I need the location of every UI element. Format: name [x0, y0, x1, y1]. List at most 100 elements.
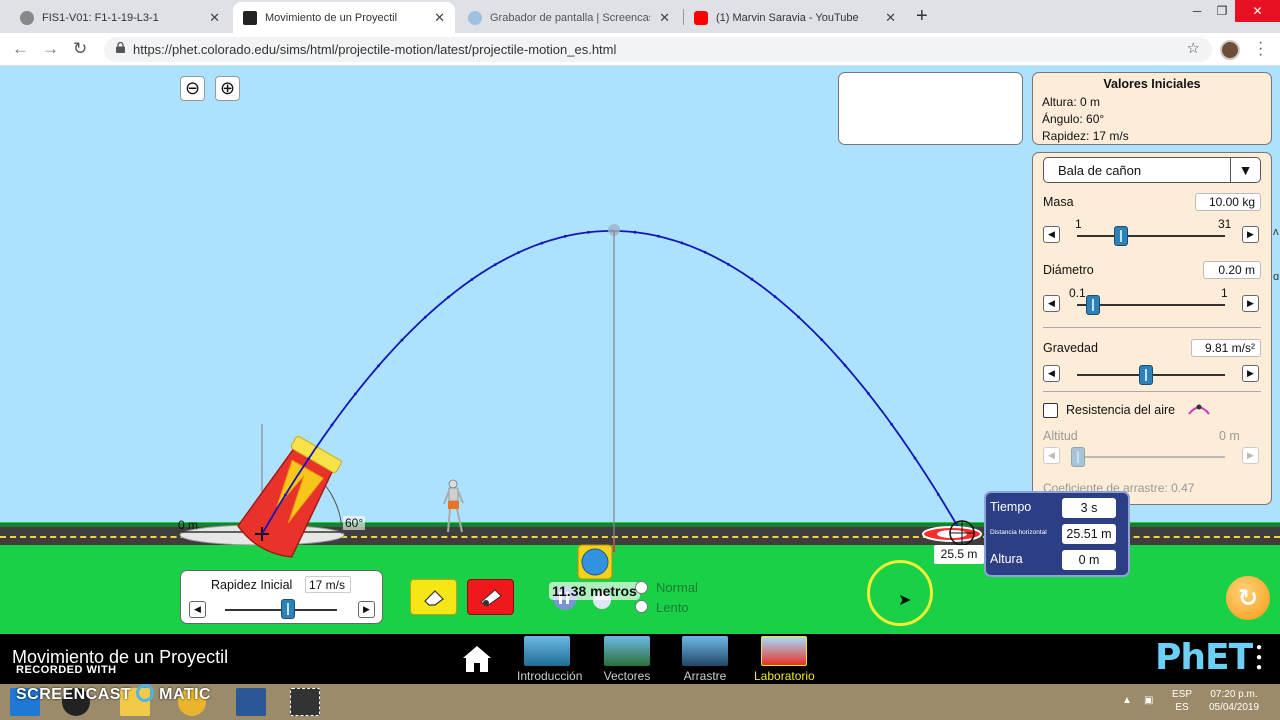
diameter-slider-thumb[interactable]: [1086, 295, 1101, 315]
edge-fragment: ɑ: [1273, 271, 1280, 283]
browser-tab-4[interactable]: (1) Marvin Saravia - YouTube ✕: [684, 2, 906, 33]
trajectory-dot: [377, 364, 380, 368]
phet-navigation-bar: Movimiento de un Proyectil Introducción …: [0, 634, 1280, 684]
screencast-watermark: SCREENCAST MATIC: [16, 684, 211, 704]
watermark-word-1: SCREENCAST: [16, 686, 132, 703]
initial-angle: Ángulo: 60°: [1042, 112, 1105, 126]
browser-tab-3[interactable]: Grabador de pantalla | Screencas ✕: [458, 2, 680, 33]
snipping-tool-icon[interactable]: [290, 688, 320, 716]
reload-icon[interactable]: ↻: [73, 39, 87, 59]
screen-vectors[interactable]: Vectores: [597, 636, 657, 683]
fire-button[interactable]: [467, 579, 514, 615]
altitude-controls: ◀ ▶: [1033, 153, 1259, 464]
gravity-slider-thumb[interactable]: [1138, 365, 1153, 385]
browser-tab-2[interactable]: Movimiento de un Proyectil ✕: [233, 2, 455, 33]
tray-chevron-icon[interactable]: ▲: [1122, 694, 1132, 707]
altitude-label: Altitud: [1043, 429, 1078, 443]
zoom-in-icon: ⊕: [219, 78, 236, 98]
url-text: https://phet.colorado.edu/sims/html/proj…: [133, 42, 617, 57]
normal-speed-radio[interactable]: [635, 581, 648, 594]
minimize-icon[interactable]: ─: [1185, 0, 1209, 22]
eraser-button[interactable]: [410, 579, 457, 615]
slow-speed-label: Lento: [656, 600, 689, 615]
altitude-slider-track: [1077, 456, 1225, 458]
trajectory-dot: [447, 295, 450, 299]
recorded-with-text: RECORDED WITH: [16, 664, 117, 676]
url-field[interactable]: https://phet.colorado.edu/sims/html/proj…: [104, 37, 1212, 62]
time-value: 3 s: [1062, 498, 1116, 518]
mass-slider-thumb[interactable]: [1114, 226, 1129, 246]
trajectory-dot: [913, 456, 917, 460]
projectile-type-value: Bala de cañon: [1058, 163, 1142, 178]
trajectory-dot: [283, 493, 287, 497]
altitude-slider-thumb: [1071, 447, 1085, 467]
close-window-icon[interactable]: ✕: [1235, 0, 1280, 22]
close-tab-icon[interactable]: ✕: [885, 10, 896, 26]
close-tab-icon[interactable]: ✕: [434, 10, 445, 26]
network-icon[interactable]: ▣: [1144, 694, 1153, 707]
screen-label: Introducción: [517, 669, 583, 683]
speed-decrement-button[interactable]: ◀: [189, 601, 206, 618]
phet-menu-icon[interactable]: ● ● ●: [1256, 643, 1262, 673]
close-tab-icon[interactable]: ✕: [659, 10, 670, 26]
trajectory-dot: [843, 363, 847, 367]
projectile-readout[interactable]: Tiempo 3 s Distancia horizontal 25.51 m …: [984, 491, 1130, 577]
forward-arrow-icon[interactable]: →: [42, 39, 59, 59]
diameter-decrement-button[interactable]: ◀: [1043, 295, 1060, 312]
screen-intro[interactable]: Introducción: [517, 636, 582, 683]
speed-increment-button[interactable]: ▶: [358, 601, 375, 618]
mass-decrement-button[interactable]: ◀: [1043, 226, 1060, 243]
new-tab-icon[interactable]: +: [916, 5, 928, 28]
layout-code: ES: [1175, 702, 1189, 713]
trajectory-dot: [773, 295, 777, 299]
distance-value: 25.51 m: [1062, 524, 1116, 544]
profile-avatar[interactable]: [1220, 40, 1240, 60]
tab-title: (1) Marvin Saravia - YouTube: [716, 11, 859, 24]
person-figure: [443, 479, 464, 533]
gravity-increment-button[interactable]: ▶: [1242, 365, 1259, 382]
tab-title: Grabador de pantalla | Screencas: [490, 11, 650, 24]
intro-thumbnail-icon: [524, 636, 570, 666]
air-resistance-checkbox[interactable]: [1043, 403, 1058, 418]
screen-lab[interactable]: Laboratorio: [754, 636, 815, 683]
zoom-out-button[interactable]: ⊖: [180, 76, 205, 101]
diameter-min-label: 0.1: [1069, 286, 1086, 300]
normal-speed-label: Normal: [656, 580, 698, 595]
mass-increment-button[interactable]: ▶: [1242, 226, 1259, 243]
bookmark-star-icon[interactable]: ☆: [1187, 39, 1200, 57]
reset-icon: ↻: [1237, 584, 1259, 612]
trajectory-time-dots: [283, 229, 963, 535]
trajectory-path: [261, 229, 963, 535]
mass-slider-track[interactable]: [1077, 235, 1225, 237]
maximize-icon[interactable]: ❐: [1210, 0, 1234, 22]
dropdown-arrow-icon[interactable]: ▼: [1230, 158, 1260, 182]
initial-values-panel: Valores Iniciales Altura: 0 m Ángulo: 60…: [1032, 72, 1272, 145]
word-icon[interactable]: [236, 688, 266, 716]
browser-menu-icon[interactable]: · · ·: [1258, 35, 1263, 63]
measuring-tape[interactable]: [577, 542, 615, 580]
launch-height-label: 0 m: [178, 518, 199, 532]
reset-button[interactable]: ↻: [1226, 576, 1270, 620]
diameter-increment-button[interactable]: ▶: [1242, 295, 1259, 312]
language-indicator[interactable]: ESP ES: [1168, 688, 1196, 714]
close-tab-icon[interactable]: ✕: [209, 10, 220, 26]
back-arrow-icon[interactable]: ←: [12, 39, 29, 59]
altitude-increment-button: ▶: [1242, 447, 1259, 464]
screen-label: Arrastre: [683, 669, 727, 683]
screen-drag[interactable]: Arrastre: [675, 636, 735, 683]
browser-tab-1[interactable]: FIS1-V01: F1-1-19-L3-1 ✕: [10, 2, 230, 33]
time-label: Tiempo: [990, 500, 1032, 514]
clock[interactable]: 07:20 p.m. 05/04/2019: [1204, 688, 1264, 714]
screen-label: Laboratorio: [754, 669, 815, 683]
gravity-decrement-button[interactable]: ◀: [1043, 365, 1060, 382]
zoom-in-button[interactable]: ⊕: [215, 76, 240, 101]
speed-slider-thumb[interactable]: [281, 599, 296, 619]
altitude-value: 0 m: [1219, 429, 1240, 443]
home-icon[interactable]: [461, 644, 493, 674]
trajectory-dot: [353, 392, 357, 396]
projectile-type-select[interactable]: Bala de cañon ▼: [1043, 157, 1261, 183]
projectile-controls-panel: Bala de cañon ▼ Masa 10.00 kg 1 31 ◀ ▶ D…: [1032, 152, 1272, 505]
trajectory-dot: [587, 230, 590, 234]
slow-speed-radio[interactable]: [635, 600, 648, 613]
screen-label: Vectores: [603, 669, 651, 683]
